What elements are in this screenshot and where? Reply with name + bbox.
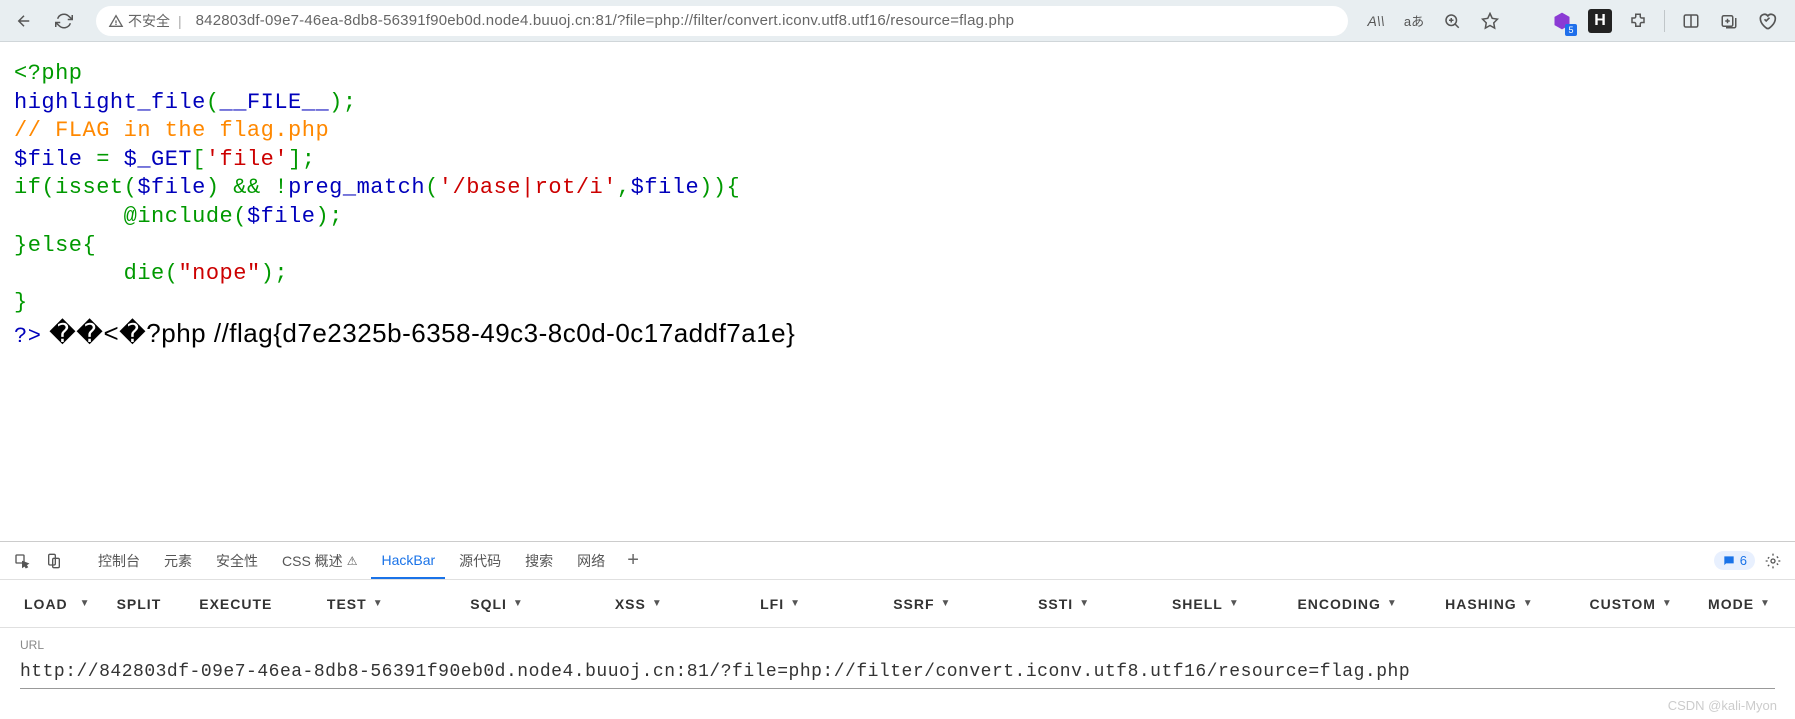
hb-ssrf[interactable]: SSRF▼ xyxy=(851,596,993,612)
chevron-down-icon[interactable]: ▼ xyxy=(80,598,91,609)
code-token: )){ xyxy=(699,175,740,200)
hb-hashing[interactable]: HASHING▼ xyxy=(1419,596,1561,612)
page-content: <?php highlight_file(__FILE__); // FLAG … xyxy=(0,42,1795,370)
device-icon[interactable] xyxy=(40,547,68,575)
watermark: CSDN @kali-Myon xyxy=(1668,698,1777,713)
insecure-label: 不安全 xyxy=(128,11,170,31)
tab-css[interactable]: CSS 概述 ⚠ xyxy=(272,542,367,579)
code-token: $file xyxy=(247,204,316,229)
code-token: if(isset( xyxy=(14,175,137,200)
hackbar-toolbar: LOAD ▼ SPLIT EXECUTE TEST▼ SQLI▼ XSS▼ LF… xyxy=(0,580,1795,628)
code-token: ); xyxy=(315,204,342,229)
code-token: "nope" xyxy=(178,261,260,286)
hb-test[interactable]: TEST▼ xyxy=(284,596,426,612)
code-token: highlight_file xyxy=(14,90,206,115)
hb-sqli[interactable]: SQLI▼ xyxy=(426,596,568,612)
message-badge[interactable]: 6 xyxy=(1714,551,1755,570)
code-token: $file xyxy=(137,175,206,200)
add-tab-icon[interactable]: + xyxy=(619,547,647,575)
code-token: [ xyxy=(192,147,206,172)
url-input[interactable] xyxy=(20,658,1775,689)
tab-network[interactable]: 网络 xyxy=(567,542,615,579)
hb-ssti[interactable]: SSTI▼ xyxy=(993,596,1135,612)
tab-security[interactable]: 安全性 xyxy=(206,542,268,579)
hb-encoding[interactable]: ENCODING▼ xyxy=(1277,596,1419,612)
code-token: ); xyxy=(261,261,288,286)
hb-xss[interactable]: XSS▼ xyxy=(568,596,710,612)
code-token: __FILE__ xyxy=(220,90,330,115)
code-token: } xyxy=(14,290,28,315)
tab-sources[interactable]: 源代码 xyxy=(449,542,511,579)
hb-load[interactable]: LOAD xyxy=(18,596,74,612)
collections-icon[interactable] xyxy=(1717,9,1741,33)
url-text: 842803df-09e7-46ea-8db8-56391f90eb0d.nod… xyxy=(196,12,1015,29)
hb-custom[interactable]: CUSTOM▼ xyxy=(1560,596,1702,612)
extension-h-icon[interactable]: H xyxy=(1588,9,1612,33)
code-token: $file xyxy=(14,147,96,172)
reader-icon[interactable]: A\\ xyxy=(1364,9,1388,33)
translate-icon[interactable]: aあ xyxy=(1402,9,1426,33)
inspect-icon[interactable] xyxy=(8,547,36,575)
sidebar-icon[interactable] xyxy=(1679,9,1703,33)
back-button[interactable] xyxy=(8,5,40,37)
zoom-icon[interactable] xyxy=(1440,9,1464,33)
toolbar-divider xyxy=(1664,10,1665,32)
hb-split[interactable]: SPLIT xyxy=(111,596,168,612)
code-token: ]; xyxy=(288,147,315,172)
code-token: ) && ! xyxy=(206,175,288,200)
favorite-icon[interactable] xyxy=(1478,9,1502,33)
extensions-icon[interactable] xyxy=(1626,9,1650,33)
refresh-button[interactable] xyxy=(48,5,80,37)
code-token: $file xyxy=(631,175,700,200)
code-token: ( xyxy=(165,261,179,286)
code-token: ?> xyxy=(14,324,41,349)
message-count: 6 xyxy=(1740,553,1747,568)
tab-console[interactable]: 控制台 xyxy=(88,542,150,579)
heart-icon[interactable] xyxy=(1755,9,1779,33)
flag-output: ��<�?php //flag{d7e2325b-6358-49c3-8c0d-… xyxy=(41,318,795,348)
hb-mode[interactable]: MODE▼ xyxy=(1702,596,1777,612)
code-token: ); xyxy=(329,90,356,115)
code-token: ( xyxy=(206,90,220,115)
toolbar-icons: A\\ aあ 5 H xyxy=(1364,9,1787,33)
url-label: URL xyxy=(20,638,1775,652)
extension-purple-icon[interactable]: 5 xyxy=(1550,9,1574,33)
code-comment: // FLAG in the flag.php xyxy=(14,118,329,143)
code-token: ( xyxy=(425,175,439,200)
code-token: 'file' xyxy=(206,147,288,172)
code-token: '/base|rot/i' xyxy=(439,175,617,200)
insecure-icon: 不安全 | xyxy=(108,11,186,31)
tab-hackbar[interactable]: HackBar xyxy=(371,542,445,579)
code-token: @include( xyxy=(14,204,247,229)
code-token: , xyxy=(617,175,631,200)
browser-toolbar: 不安全 | 842803df-09e7-46ea-8db8-56391f90eb… xyxy=(0,0,1795,42)
hackbar-url-section: URL xyxy=(0,628,1795,719)
devtools-tabs: 控制台 元素 安全性 CSS 概述 ⚠ HackBar 源代码 搜索 网络 + … xyxy=(0,542,1795,580)
code-token: }else{ xyxy=(14,233,96,258)
beta-icon: ⚠ xyxy=(347,554,358,568)
tab-search[interactable]: 搜索 xyxy=(515,542,563,579)
hb-execute[interactable]: EXECUTE xyxy=(193,596,278,612)
devtools-panel: 控制台 元素 安全性 CSS 概述 ⚠ HackBar 源代码 搜索 网络 + … xyxy=(0,541,1795,719)
code-token: $_GET xyxy=(124,147,193,172)
code-token: die xyxy=(14,261,165,286)
address-bar[interactable]: 不安全 | 842803df-09e7-46ea-8db8-56391f90eb… xyxy=(96,6,1348,36)
code-token: preg_match xyxy=(288,175,425,200)
hb-shell[interactable]: SHELL▼ xyxy=(1135,596,1277,612)
code-token: = xyxy=(96,147,123,172)
tab-elements[interactable]: 元素 xyxy=(154,542,202,579)
ext-badge: 5 xyxy=(1565,24,1577,36)
code-token: <?php xyxy=(14,61,83,86)
hb-lfi[interactable]: LFI▼ xyxy=(710,596,852,612)
settings-icon[interactable] xyxy=(1759,547,1787,575)
